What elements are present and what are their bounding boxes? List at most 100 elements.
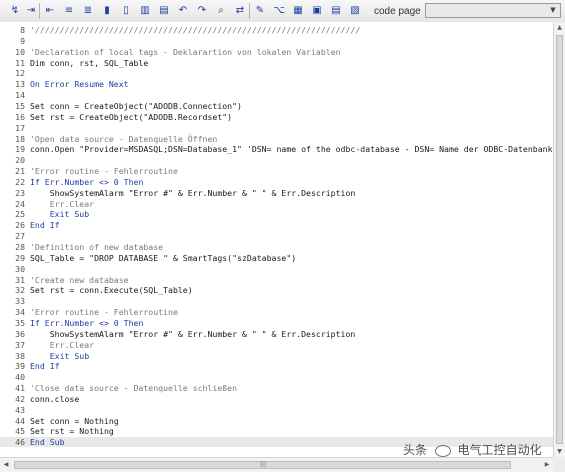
- horizontal-scrollbar[interactable]: ◀ ||| ▶: [0, 457, 553, 472]
- code-line[interactable]: 16 Set rst = CreateObject("ADODB.Recordse…: [0, 112, 553, 122]
- code-line[interactable]: 29 SQL_Table = "DROP DATABASE " & SmartTa…: [0, 253, 553, 263]
- line-number: 46: [15, 437, 25, 448]
- vertical-scroll-thumb[interactable]: [556, 35, 563, 444]
- code-line[interactable]: 28 'Definition of new database: [0, 242, 553, 252]
- code-line[interactable]: 18 'Open data source - Datenquelle Öffnen: [0, 134, 553, 144]
- code-line[interactable]: 41 'Close data source - Datenquelle schli…: [0, 383, 553, 393]
- line-number: 35: [15, 317, 25, 328]
- code-text: Exit Sub: [30, 209, 90, 220]
- grid-icon[interactable]: ▦: [290, 3, 306, 19]
- clear-bookmarks-icon[interactable]: ▤: [156, 3, 172, 19]
- line-number: 10: [15, 46, 25, 57]
- code-text: Dim conn, rst, SQL_Table: [30, 57, 149, 68]
- code-line[interactable]: 35 If Err.Number <> 0 Then: [0, 318, 553, 328]
- code-line[interactable]: 44 Set conn = Nothing: [0, 416, 553, 426]
- next-bookmark-icon[interactable]: ▯: [118, 3, 134, 19]
- code-line[interactable]: 21 'Error routine - Fehlerroutine: [0, 166, 553, 176]
- syntax-icon[interactable]: ⌥: [271, 3, 287, 19]
- code-line[interactable]: 32 Set rst = conn.Execute(SQL_Table): [0, 285, 553, 295]
- undo-icon[interactable]: ↶: [175, 3, 191, 19]
- chevron-down-icon[interactable]: ▼: [547, 5, 559, 16]
- line-number: 18: [15, 133, 25, 144]
- object-list-icon[interactable]: ▣: [309, 3, 325, 19]
- code-editor[interactable]: 8 '//////////////////////////////////////…: [0, 22, 553, 457]
- replace-icon[interactable]: ⇄: [232, 3, 248, 19]
- code-line[interactable]: 15 Set conn = CreateObject("ADODB.Connect…: [0, 101, 553, 111]
- code-line[interactable]: 42 conn.close: [0, 394, 553, 404]
- code-line[interactable]: 25 Exit Sub: [0, 209, 553, 219]
- code-line[interactable]: 10 'Declaration of local tags - Deklarart…: [0, 47, 553, 57]
- code-line[interactable]: 17: [0, 123, 553, 133]
- line-number: 24: [15, 198, 25, 209]
- code-text: End If: [30, 220, 60, 231]
- code-line[interactable]: 8 '//////////////////////////////////////…: [0, 25, 553, 35]
- code-text: SQL_Table = "DROP DATABASE " & SmartTags…: [30, 252, 297, 263]
- code-text: Exit Sub: [30, 350, 90, 361]
- scroll-up-icon[interactable]: ▲: [554, 22, 565, 33]
- find-icon[interactable]: ⌕: [213, 3, 229, 19]
- code-line[interactable]: 22 If Err.Number <> 0 Then: [0, 177, 553, 187]
- code-line[interactable]: 38 Exit Sub: [0, 351, 553, 361]
- code-line[interactable]: 33: [0, 296, 553, 306]
- code-line[interactable]: 39 End If: [0, 361, 553, 371]
- code-line[interactable]: 13 On Error Resume Next: [0, 79, 553, 89]
- line-number: 23: [15, 187, 25, 198]
- code-line[interactable]: 43: [0, 405, 553, 415]
- code-line[interactable]: 14: [0, 90, 553, 100]
- line-number: 30: [15, 263, 25, 274]
- line-number: 12: [15, 68, 25, 79]
- code-line[interactable]: 30: [0, 264, 553, 274]
- code-line[interactable]: 36 ShowSystemAlarm "Error #" & Err.Numbe…: [0, 329, 553, 339]
- code-line[interactable]: 40: [0, 372, 553, 382]
- code-text: If Err.Number <> 0 Then: [30, 317, 144, 328]
- code-line[interactable]: 24 Err.Clear: [0, 199, 553, 209]
- line-number: 38: [15, 350, 25, 361]
- prev-bookmark-icon[interactable]: ▥: [137, 3, 153, 19]
- outdent-icon[interactable]: ⇤: [42, 3, 58, 19]
- code-text: '///////////////////////////////////////…: [30, 25, 361, 35]
- code-line[interactable]: 37 Err.Clear: [0, 340, 553, 350]
- code-line[interactable]: 31 'Create new database: [0, 275, 553, 285]
- line-number: 20: [15, 155, 25, 166]
- tag-icon[interactable]: ✎: [252, 3, 268, 19]
- line-number: 36: [15, 328, 25, 339]
- vertical-scrollbar[interactable]: ▲ ▼: [553, 22, 565, 457]
- code-text: End Sub: [30, 437, 65, 448]
- code-line[interactable]: 12: [0, 68, 553, 78]
- compile-icon[interactable]: ↯: [7, 3, 23, 19]
- line-number: 41: [15, 383, 25, 394]
- bookmark-icon[interactable]: ▮: [99, 3, 115, 19]
- line-number: 33: [15, 296, 25, 307]
- code-text: Set rst = Nothing: [30, 426, 114, 437]
- line-number: 26: [15, 220, 25, 231]
- code-line[interactable]: 19 conn.Open "Provider=MSDASQL;DSN=Databa…: [0, 144, 553, 154]
- code-text: 'Create new database: [30, 274, 129, 285]
- uncomment-icon[interactable]: ≣: [80, 3, 96, 19]
- function-list-icon[interactable]: ▧: [347, 3, 363, 19]
- line-number: 45: [15, 426, 25, 437]
- code-line[interactable]: 11 Dim conn, rst, SQL_Table: [0, 58, 553, 68]
- toolbar-separator: [39, 3, 40, 19]
- code-line[interactable]: 26 End If: [0, 220, 553, 230]
- code-line[interactable]: 27: [0, 231, 553, 241]
- code-line[interactable]: 45 Set rst = Nothing: [0, 426, 553, 436]
- scroll-right-icon[interactable]: ▶: [541, 459, 553, 471]
- watermark-logo-icon: [434, 444, 451, 457]
- line-number: 25: [15, 209, 25, 220]
- line-number: 39: [15, 361, 25, 372]
- code-line[interactable]: 20: [0, 155, 553, 165]
- property-list-icon[interactable]: ▤: [328, 3, 344, 19]
- code-line[interactable]: 9: [0, 36, 553, 46]
- line-number: 42: [15, 393, 25, 404]
- code-text: ShowSystemAlarm "Error #" & Err.Number &…: [30, 328, 356, 339]
- line-number: 21: [15, 166, 25, 177]
- code-page-select[interactable]: ▼: [425, 3, 561, 18]
- redo-icon[interactable]: ↷: [194, 3, 210, 19]
- indent-icon[interactable]: ⇥: [23, 3, 39, 19]
- code-line[interactable]: 34 'Error routine - Fehlerroutine: [0, 307, 553, 317]
- watermark-left: 头条: [403, 443, 428, 457]
- comment-icon[interactable]: ≡: [61, 3, 77, 19]
- scroll-left-icon[interactable]: ◀: [0, 459, 12, 471]
- code-line[interactable]: 23 ShowSystemAlarm "Error #" & Err.Numbe…: [0, 188, 553, 198]
- code-text: conn.Open "Provider=MSDASQL;DSN=Database…: [30, 144, 553, 155]
